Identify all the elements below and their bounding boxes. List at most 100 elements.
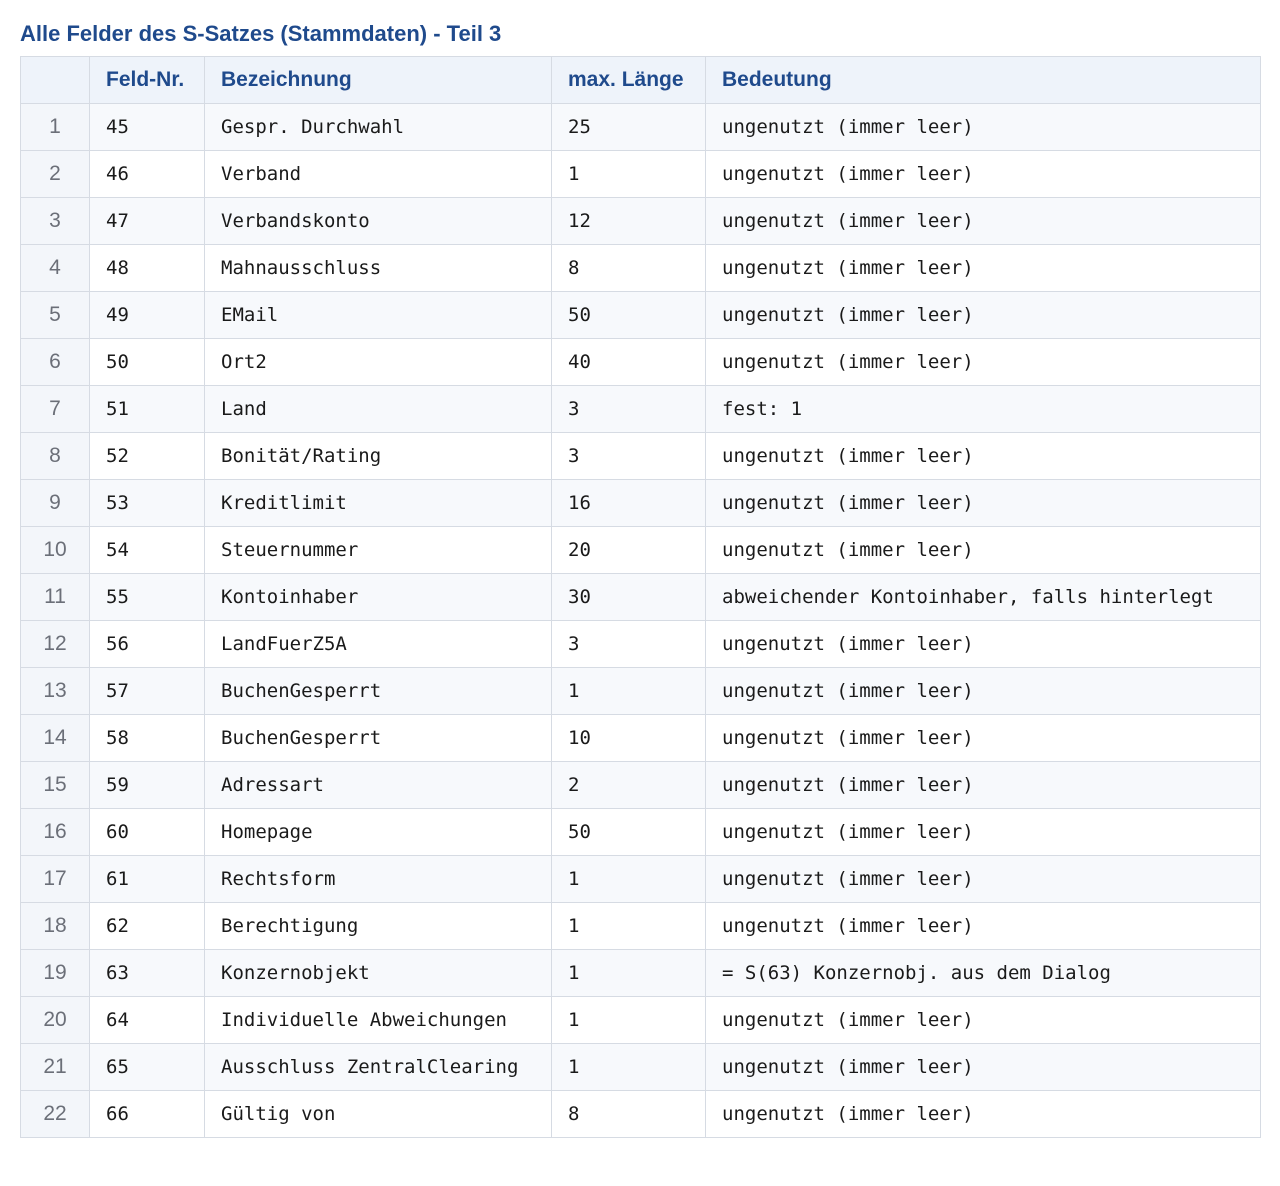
- row-index: 19: [20, 949, 90, 997]
- cell-max-laenge: 16: [551, 479, 706, 527]
- cell-bedeutung: ungenutzt (immer leer): [705, 103, 1261, 151]
- table-row[interactable]: 2 46 Verband 1 ungenutzt (immer leer): [20, 150, 1261, 198]
- row-index: 5: [20, 291, 90, 339]
- cell-bezeichnung: Ort2: [204, 338, 552, 386]
- table-row[interactable]: 5 49 EMail 50 ungenutzt (immer leer): [20, 291, 1261, 339]
- table-row[interactable]: 4 48 Mahnausschluss 8 ungenutzt (immer leer): [20, 244, 1261, 292]
- column-header-bedeutung[interactable]: Bedeutung: [705, 56, 1261, 104]
- cell-feld-nr: 66: [89, 1090, 205, 1138]
- cell-max-laenge: 3: [551, 620, 706, 668]
- table-row[interactable]: 7 51 Land 3 fest: 1: [20, 385, 1261, 433]
- cell-feld-nr: 59: [89, 761, 205, 809]
- row-index: 15: [20, 761, 90, 809]
- column-header-feld-nr[interactable]: Feld-Nr.: [89, 56, 205, 104]
- cell-bedeutung: ungenutzt (immer leer): [705, 996, 1261, 1044]
- column-header-max-laenge[interactable]: max. Länge: [551, 56, 706, 104]
- cell-feld-nr: 50: [89, 338, 205, 386]
- cell-bedeutung: ungenutzt (immer leer): [705, 761, 1261, 809]
- row-index: 21: [20, 1043, 90, 1091]
- cell-max-laenge: 3: [551, 432, 706, 480]
- table-row[interactable]: 6 50 Ort2 40 ungenutzt (immer leer): [20, 338, 1261, 386]
- cell-feld-nr: 54: [89, 526, 205, 574]
- row-index: 7: [20, 385, 90, 433]
- cell-feld-nr: 49: [89, 291, 205, 339]
- cell-bezeichnung: EMail: [204, 291, 552, 339]
- table-row[interactable]: 13 57 BuchenGesperrt 1 ungenutzt (immer leer…: [20, 667, 1261, 715]
- table-row[interactable]: 10 54 Steuernummer 20 ungenutzt (immer leer): [20, 526, 1261, 574]
- cell-max-laenge: 50: [551, 808, 706, 856]
- table-row[interactable]: 17 61 Rechtsform 1 ungenutzt (immer leer): [20, 855, 1261, 903]
- row-index: 10: [20, 526, 90, 574]
- column-header-index[interactable]: [20, 56, 90, 104]
- cell-max-laenge: 1: [551, 949, 706, 997]
- cell-feld-nr: 65: [89, 1043, 205, 1091]
- cell-bezeichnung: Ausschluss ZentralClearing: [204, 1043, 552, 1091]
- column-header-bezeichnung[interactable]: Bezeichnung: [204, 56, 552, 104]
- cell-bedeutung: ungenutzt (immer leer): [705, 620, 1261, 668]
- cell-feld-nr: 57: [89, 667, 205, 715]
- cell-feld-nr: 52: [89, 432, 205, 480]
- cell-bedeutung: ungenutzt (immer leer): [705, 1043, 1261, 1091]
- cell-bedeutung: ungenutzt (immer leer): [705, 855, 1261, 903]
- cell-max-laenge: 10: [551, 714, 706, 762]
- cell-max-laenge: 8: [551, 244, 706, 292]
- table-row[interactable]: 14 58 BuchenGesperrt 10 ungenutzt (immer lee…: [20, 714, 1261, 762]
- page-title: Alle Felder des S-Satzes (Stammdaten) - …: [20, 21, 502, 46]
- cell-max-laenge: 12: [551, 197, 706, 245]
- row-index: 11: [20, 573, 90, 621]
- table-row[interactable]: 19 63 Konzernobjekt 1 = S(63) Konzernobj. au…: [20, 949, 1261, 997]
- table-row[interactable]: 16 60 Homepage 50 ungenutzt (immer leer): [20, 808, 1261, 856]
- table-row[interactable]: 20 64 Individuelle Abweichungen 1 ungenutzt …: [20, 996, 1261, 1044]
- cell-bezeichnung: Verbandskonto: [204, 197, 552, 245]
- cell-bezeichnung: Steuernummer: [204, 526, 552, 574]
- row-index: 16: [20, 808, 90, 856]
- cell-feld-nr: 48: [89, 244, 205, 292]
- row-index: 6: [20, 338, 90, 386]
- cell-bezeichnung: Kontoinhaber: [204, 573, 552, 621]
- cell-max-laenge: 30: [551, 573, 706, 621]
- cell-feld-nr: 64: [89, 996, 205, 1044]
- table-row[interactable]: 22 66 Gültig von 8 ungenutzt (immer leer): [20, 1090, 1261, 1138]
- row-index: 2: [20, 150, 90, 198]
- table-body: 1 45 Gespr. Durchwahl 25 ungenutzt (immer le…: [20, 103, 1261, 1138]
- table-row[interactable]: 12 56 LandFuerZ5A 3 ungenutzt (immer leer): [20, 620, 1261, 668]
- cell-bezeichnung: Land: [204, 385, 552, 433]
- table-row[interactable]: 1 45 Gespr. Durchwahl 25 ungenutzt (immer le…: [20, 103, 1261, 151]
- cell-max-laenge: 20: [551, 526, 706, 574]
- cell-bezeichnung: Verband: [204, 150, 552, 198]
- row-index: 1: [20, 103, 90, 151]
- cell-max-laenge: 8: [551, 1090, 706, 1138]
- cell-bedeutung: ungenutzt (immer leer): [705, 291, 1261, 339]
- cell-feld-nr: 53: [89, 479, 205, 527]
- cell-max-laenge: 40: [551, 338, 706, 386]
- table-row[interactable]: 3 47 Verbandskonto 12 ungenutzt (immer leer): [20, 197, 1261, 245]
- cell-bezeichnung: Konzernobjekt: [204, 949, 552, 997]
- cell-bedeutung: ungenutzt (immer leer): [705, 150, 1261, 198]
- cell-max-laenge: 1: [551, 667, 706, 715]
- cell-max-laenge: 3: [551, 385, 706, 433]
- fields-table: Feld-Nr. Bezeichnung max. Länge Bedeutun…: [20, 56, 1261, 1138]
- cell-feld-nr: 58: [89, 714, 205, 762]
- cell-bedeutung: ungenutzt (immer leer): [705, 902, 1261, 950]
- table-row[interactable]: 18 62 Berechtigung 1 ungenutzt (immer leer): [20, 902, 1261, 950]
- cell-bezeichnung: BuchenGesperrt: [204, 667, 552, 715]
- table-row[interactable]: 21 65 Ausschluss ZentralClearing 1 ungenutzt…: [20, 1043, 1261, 1091]
- cell-bezeichnung: Homepage: [204, 808, 552, 856]
- row-index: 4: [20, 244, 90, 292]
- cell-max-laenge: 50: [551, 291, 706, 339]
- cell-bedeutung: ungenutzt (immer leer): [705, 197, 1261, 245]
- cell-max-laenge: 1: [551, 1043, 706, 1091]
- table-row[interactable]: 15 59 Adressart 2 ungenutzt (immer leer): [20, 761, 1261, 809]
- cell-bezeichnung: BuchenGesperrt: [204, 714, 552, 762]
- row-index: 13: [20, 667, 90, 715]
- cell-bezeichnung: LandFuerZ5A: [204, 620, 552, 668]
- table-row[interactable]: 8 52 Bonität/Rating 3 ungenutzt (immer leer): [20, 432, 1261, 480]
- table-row[interactable]: 9 53 Kreditlimit 16 ungenutzt (immer leer): [20, 479, 1261, 527]
- table-header-row: Feld-Nr. Bezeichnung max. Länge Bedeutun…: [20, 56, 1261, 104]
- cell-feld-nr: 56: [89, 620, 205, 668]
- cell-bezeichnung: Berechtigung: [204, 902, 552, 950]
- row-index: 18: [20, 902, 90, 950]
- cell-bedeutung: ungenutzt (immer leer): [705, 808, 1261, 856]
- table-row[interactable]: 11 55 Kontoinhaber 30 abweichender Kontoinha…: [20, 573, 1261, 621]
- cell-max-laenge: 1: [551, 855, 706, 903]
